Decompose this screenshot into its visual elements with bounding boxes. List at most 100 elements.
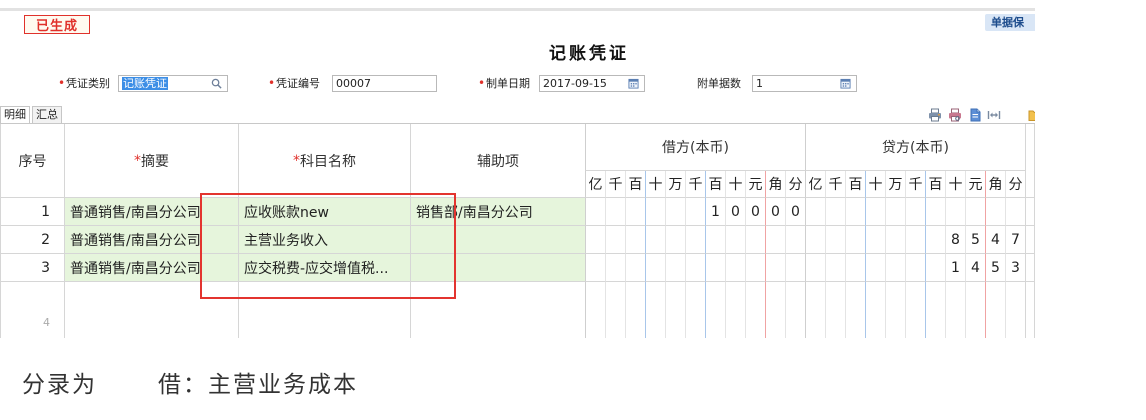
voucher-no-input[interactable]: 00007 (332, 75, 437, 92)
debit-amount-digit[interactable] (605, 282, 625, 338)
aux-cell[interactable]: 销售部/南昌分公司 (410, 198, 585, 226)
credit-amount-digit[interactable] (845, 282, 865, 338)
credit-amount-digit[interactable]: 5 (965, 226, 985, 254)
debit-amount-digit[interactable] (585, 254, 605, 282)
debit-amount-digit[interactable] (745, 282, 765, 338)
debit-amount-digit[interactable] (625, 254, 645, 282)
credit-amount-digit[interactable] (925, 282, 945, 338)
credit-amount-digit[interactable] (865, 198, 885, 226)
credit-amount-digit[interactable] (905, 198, 925, 226)
debit-amount-digit[interactable] (605, 226, 625, 254)
debit-amount-digit[interactable] (705, 282, 725, 338)
credit-amount-digit[interactable] (1005, 282, 1025, 338)
credit-amount-digit[interactable] (945, 282, 965, 338)
debit-amount-digit[interactable] (585, 198, 605, 226)
aux-cell[interactable] (410, 226, 585, 254)
summary-cell[interactable]: 普通销售/南昌分公司 (64, 254, 238, 282)
toolbar-more-icon[interactable] (1028, 108, 1035, 122)
credit-amount-digit[interactable] (965, 198, 985, 226)
debit-amount-digit[interactable] (785, 282, 805, 338)
debit-amount-digit[interactable] (685, 282, 705, 338)
credit-amount-digit[interactable] (885, 254, 905, 282)
credit-amount-digit[interactable] (985, 198, 1005, 226)
debit-amount-digit[interactable] (665, 282, 685, 338)
aux-cell[interactable] (410, 282, 585, 338)
credit-amount-digit[interactable] (825, 282, 845, 338)
credit-amount-digit[interactable] (925, 254, 945, 282)
debit-amount-digit[interactable] (705, 226, 725, 254)
credit-amount-digit[interactable] (925, 226, 945, 254)
credit-amount-digit[interactable] (845, 226, 865, 254)
calendar-icon[interactable] (628, 78, 639, 89)
date-input[interactable]: 2017-09-15 (539, 75, 645, 92)
debit-amount-digit[interactable] (605, 198, 625, 226)
save-document-button[interactable]: 单据保 (985, 14, 1035, 31)
search-icon[interactable] (211, 78, 222, 89)
debit-amount-digit[interactable] (725, 254, 745, 282)
export-icon[interactable] (968, 108, 982, 122)
credit-amount-digit[interactable]: 4 (965, 254, 985, 282)
debit-amount-digit[interactable] (645, 254, 665, 282)
debit-amount-digit[interactable] (665, 226, 685, 254)
credit-amount-digit[interactable] (805, 282, 825, 338)
credit-amount-digit[interactable] (985, 282, 1005, 338)
account-cell[interactable]: 应收账款new (238, 198, 410, 226)
credit-amount-digit[interactable] (825, 254, 845, 282)
credit-amount-digit[interactable]: 4 (985, 226, 1005, 254)
account-cell[interactable]: 主营业务收入 (238, 226, 410, 254)
debit-amount-digit[interactable] (745, 254, 765, 282)
credit-amount-digit[interactable] (905, 254, 925, 282)
debit-amount-digit[interactable] (685, 226, 705, 254)
account-cell[interactable]: 应交税费-应交增值税... (238, 254, 410, 282)
debit-amount-digit[interactable] (745, 226, 765, 254)
credit-amount-digit[interactable] (865, 254, 885, 282)
credit-amount-digit[interactable] (885, 282, 905, 338)
summary-cell[interactable] (64, 282, 238, 338)
credit-amount-digit[interactable]: 1 (945, 254, 965, 282)
credit-amount-digit[interactable]: 8 (945, 226, 965, 254)
debit-amount-digit[interactable]: 0 (785, 198, 805, 226)
debit-amount-digit[interactable] (605, 254, 625, 282)
debit-amount-digit[interactable] (685, 198, 705, 226)
debit-amount-digit[interactable]: 0 (725, 198, 745, 226)
credit-amount-digit[interactable] (865, 282, 885, 338)
credit-amount-digit[interactable] (945, 198, 965, 226)
voucher-type-input[interactable]: 记账凭证 (118, 75, 228, 92)
credit-amount-digit[interactable]: 5 (985, 254, 1005, 282)
print-preview-icon[interactable] (948, 108, 962, 122)
credit-amount-digit[interactable] (885, 198, 905, 226)
credit-amount-digit[interactable] (805, 254, 825, 282)
attachments-input[interactable]: 1 (752, 75, 857, 92)
debit-amount-digit[interactable] (725, 226, 745, 254)
credit-amount-digit[interactable] (905, 282, 925, 338)
credit-amount-digit[interactable] (865, 226, 885, 254)
debit-amount-digit[interactable] (765, 226, 785, 254)
account-cell[interactable] (238, 282, 410, 338)
debit-amount-digit[interactable] (785, 226, 805, 254)
debit-amount-digit[interactable]: 0 (745, 198, 765, 226)
debit-amount-digit[interactable] (725, 282, 745, 338)
credit-amount-digit[interactable] (885, 226, 905, 254)
credit-amount-digit[interactable] (805, 198, 825, 226)
debit-amount-digit[interactable] (625, 198, 645, 226)
debit-amount-digit[interactable] (765, 282, 785, 338)
debit-amount-digit[interactable] (665, 254, 685, 282)
debit-amount-digit[interactable]: 1 (705, 198, 725, 226)
debit-amount-digit[interactable] (625, 226, 645, 254)
summary-cell[interactable]: 普通销售/南昌分公司 (64, 226, 238, 254)
credit-amount-digit[interactable] (965, 282, 985, 338)
credit-amount-digit[interactable] (845, 198, 865, 226)
calendar-icon[interactable] (840, 78, 851, 89)
debit-amount-digit[interactable]: 0 (765, 198, 785, 226)
debit-amount-digit[interactable] (645, 226, 665, 254)
debit-amount-digit[interactable] (685, 254, 705, 282)
credit-amount-digit[interactable] (825, 226, 845, 254)
credit-amount-digit[interactable] (905, 226, 925, 254)
debit-amount-digit[interactable] (645, 198, 665, 226)
debit-amount-digit[interactable] (665, 198, 685, 226)
tab-detail[interactable]: 明细 (0, 106, 30, 123)
tab-summary[interactable]: 汇总 (32, 106, 62, 123)
credit-amount-digit[interactable]: 7 (1005, 226, 1025, 254)
credit-amount-digit[interactable] (845, 254, 865, 282)
print-icon[interactable] (928, 108, 942, 122)
